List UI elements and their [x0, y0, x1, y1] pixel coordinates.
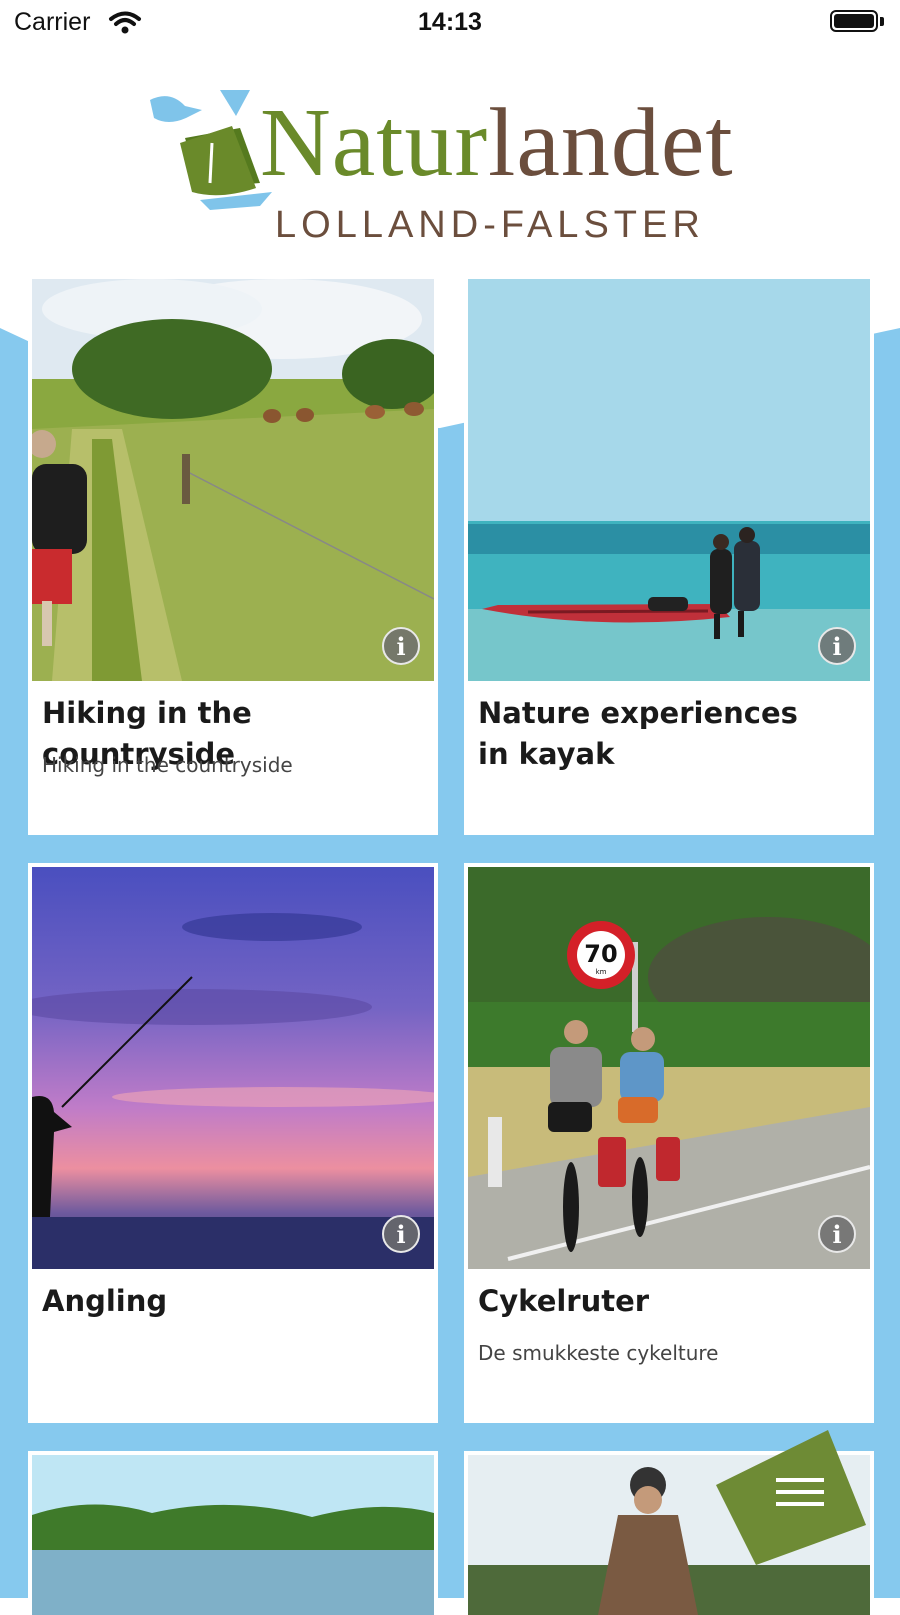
- logo-subtitle: LOLLAND-FALSTER: [275, 204, 705, 246]
- clock: 14:13: [418, 8, 482, 36]
- card-cykelruter[interactable]: 70 km i Cykelruter De smukkeste cykeltur…: [464, 863, 874, 1423]
- card-angling[interactable]: i Angling: [28, 863, 438, 1423]
- card-image: 70 km i: [468, 867, 870, 1269]
- card-hiking[interactable]: i Hiking in the countryside Hiking in th…: [28, 275, 438, 835]
- status-bar: Carrier 14:13: [0, 0, 900, 46]
- card-subtitle: Hiking in the countryside: [42, 753, 293, 777]
- info-icon[interactable]: i: [382, 1215, 420, 1253]
- info-icon[interactable]: i: [818, 627, 856, 665]
- menu-button[interactable]: [716, 1430, 866, 1565]
- logo-word-natur: Natur: [260, 89, 489, 197]
- svg-text:km: km: [596, 968, 607, 976]
- logo-wordmark: Naturlandet: [260, 88, 734, 198]
- logo-word-landet: landet: [488, 89, 734, 197]
- card-title: Nature experiences in kayak: [478, 696, 798, 771]
- card-title: Cykelruter: [478, 1284, 650, 1318]
- card-image: [32, 1455, 434, 1615]
- card-kayak[interactable]: i Nature experiences in kayak: [464, 275, 874, 835]
- app-logo: Naturlandet LOLLAND-FALSTER: [130, 88, 770, 258]
- info-icon[interactable]: i: [818, 1215, 856, 1253]
- battery-icon: [830, 10, 886, 36]
- info-icon[interactable]: i: [382, 627, 420, 665]
- svg-text:70: 70: [584, 940, 617, 968]
- card-image: i: [468, 279, 870, 681]
- speed-sign: 70 km: [567, 921, 635, 989]
- card-title: Angling: [42, 1284, 168, 1318]
- card-lake[interactable]: [28, 1451, 438, 1615]
- card-image: i: [32, 279, 434, 681]
- card-subtitle: De smukkeste cykelture: [478, 1341, 719, 1365]
- card-image: i: [32, 867, 434, 1269]
